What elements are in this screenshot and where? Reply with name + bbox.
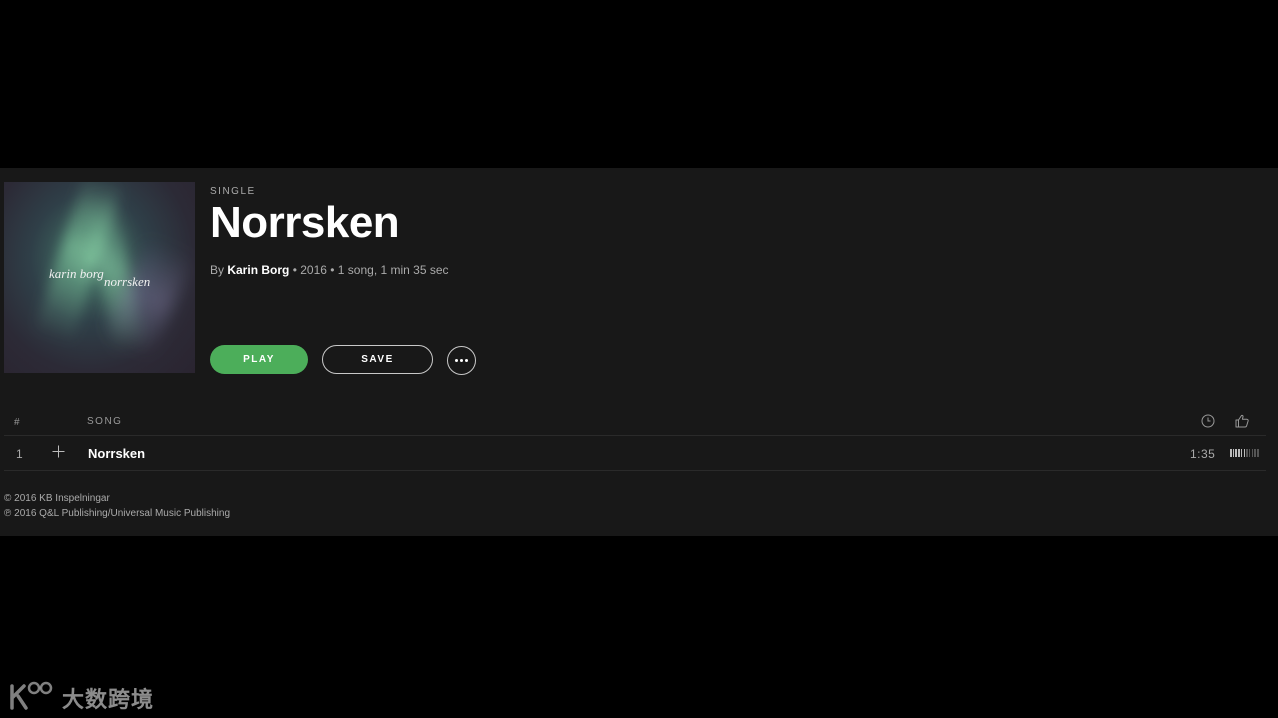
album-type-label: SINGLE — [210, 186, 256, 197]
dot — [460, 359, 463, 362]
dot — [455, 359, 458, 362]
copyright-notice: © 2016 KB Inspelningar ℗ 2016 Q&L Publis… — [4, 491, 230, 521]
thumbs-up-icon[interactable] — [1234, 413, 1250, 429]
by-prefix: By — [210, 263, 228, 277]
tracklist-header: # SONG — [4, 412, 1266, 436]
copyright-line: © 2016 KB Inspelningar — [4, 493, 110, 504]
popularity-bar — [1235, 449, 1237, 457]
clock-icon[interactable] — [1201, 414, 1215, 428]
album-cover[interactable]: karin borg norrsken — [4, 182, 195, 373]
popularity-bar — [1251, 449, 1254, 457]
popularity-bar — [1238, 449, 1240, 457]
table-row[interactable]: 1 Norrsken 1:35 — [4, 436, 1266, 471]
popularity-bar — [1248, 449, 1251, 457]
more-options-button[interactable] — [447, 346, 476, 375]
watermark-text: 大数跨境 — [62, 688, 155, 713]
page-title: Norrsken — [210, 198, 400, 247]
popularity-bar — [1232, 449, 1235, 457]
watermark: 大数跨境 — [8, 678, 178, 714]
track-duration: 1:35 — [1190, 447, 1216, 461]
album-meta-details: • 2016 • 1 song, 1 min 35 sec — [289, 263, 449, 277]
phonogram-line: ℗ 2016 Q&L Publishing/Universal Music Pu… — [4, 508, 231, 519]
album-panel: karin borg norrsken SINGLE Norrsken By K… — [0, 168, 1278, 536]
column-header-number: # — [14, 417, 20, 428]
cover-artist-text: karin borg — [49, 266, 104, 281]
popularity-bar — [1254, 449, 1256, 457]
dot — [465, 359, 468, 362]
play-button[interactable]: PLAY — [210, 345, 308, 374]
popularity-bar — [1257, 449, 1259, 457]
save-button[interactable]: SAVE — [322, 345, 433, 374]
track-name[interactable]: Norrsken — [88, 446, 145, 461]
cover-title-text: norrsken — [104, 274, 151, 289]
popularity-meter — [1230, 449, 1260, 457]
artist-link[interactable]: Karin Borg — [227, 263, 289, 277]
add-icon[interactable] — [52, 445, 65, 458]
popularity-bar — [1246, 449, 1248, 457]
track-number: 1 — [16, 447, 23, 461]
popularity-bar — [1240, 449, 1243, 457]
app-window: karin borg norrsken SINGLE Norrsken By K… — [0, 0, 1278, 718]
popularity-bar — [1230, 449, 1232, 457]
popularity-bar — [1243, 449, 1245, 457]
watermark-logo-icon — [10, 681, 53, 710]
album-meta: By Karin Borg • 2016 • 1 song, 1 min 35 … — [210, 263, 449, 277]
more-dots-icon — [455, 359, 469, 362]
column-header-song[interactable]: SONG — [87, 416, 122, 427]
